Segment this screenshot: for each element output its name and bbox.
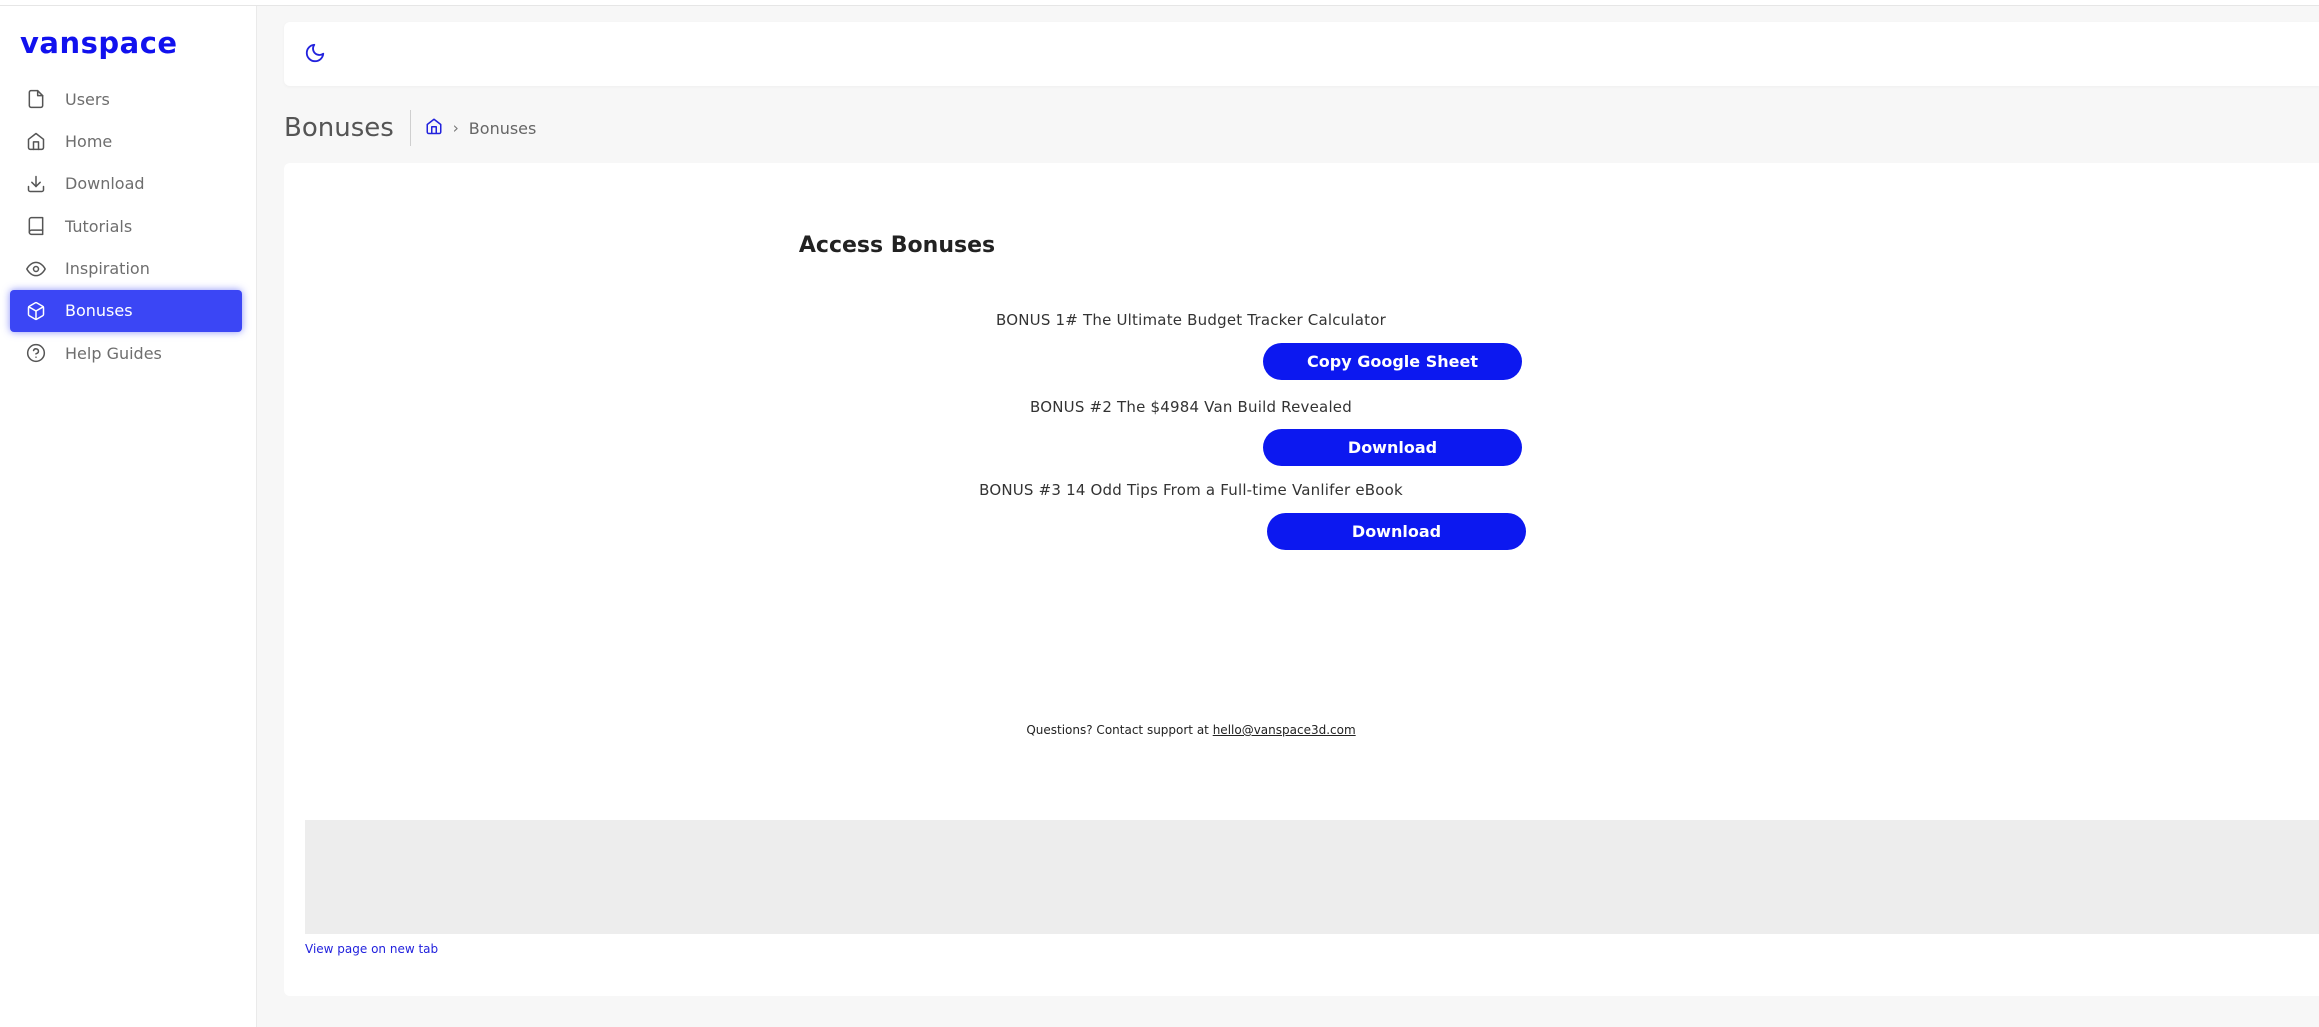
chevron-right-icon: ›	[452, 119, 459, 137]
sidebar-item-label: Bonuses	[65, 301, 133, 321]
sidebar-item-label: Tutorials	[65, 216, 133, 236]
support-text: Questions? Contact support at hello@vans…	[578, 723, 1804, 737]
moon-icon[interactable]	[304, 42, 328, 66]
top-bar	[284, 22, 2319, 86]
page-header: Bonuses › Bonuses	[284, 108, 536, 148]
support-email-link[interactable]: hello@vanspace3d.com	[1213, 723, 1356, 737]
bonus-2-label: BONUS #2 The $4984 Van Build Revealed	[1030, 398, 1352, 416]
sidebar-item-home[interactable]: Home	[10, 120, 242, 162]
breadcrumb: › Bonuses	[425, 117, 537, 139]
sidebar-item-label: Help Guides	[65, 343, 162, 363]
sidebar-item-bonuses[interactable]: Bonuses	[10, 289, 242, 332]
view-page-new-tab-link[interactable]: View page on new tab	[305, 942, 438, 956]
app-logo[interactable]: vanspace	[20, 26, 178, 60]
sidebar-item-help-guides[interactable]: Help Guides	[10, 332, 242, 374]
download-icon	[25, 173, 47, 195]
download-bonus-3-button[interactable]: Download	[1267, 513, 1526, 550]
bonus-3-label: BONUS #3 14 Odd Tips From a Full-time Va…	[979, 481, 1403, 499]
home-icon[interactable]	[425, 117, 443, 139]
top-edge	[0, 0, 2319, 6]
embedded-frame	[305, 820, 2319, 934]
sidebar-item-download[interactable]: Download	[10, 163, 242, 205]
file-icon	[25, 88, 47, 110]
home-icon	[25, 130, 47, 152]
sidebar-nav: Users Home Download Tutorials Inspiratio…	[10, 78, 242, 375]
book-icon	[25, 215, 47, 237]
section-heading: Access Bonuses	[798, 233, 996, 258]
sidebar: vanspace Users Home Download Tutorials I…	[0, 6, 257, 1027]
content-card: Access Bonuses BONUS 1# The Ultimate Bud…	[284, 163, 2319, 996]
sidebar-item-tutorials[interactable]: Tutorials	[10, 205, 242, 247]
bonus-1-label: BONUS 1# The Ultimate Budget Tracker Cal…	[996, 311, 1386, 329]
sidebar-item-label: Download	[65, 174, 145, 194]
help-circle-icon	[25, 342, 47, 364]
page-title: Bonuses	[284, 110, 411, 146]
box-icon	[25, 300, 47, 322]
copy-google-sheet-button[interactable]: Copy Google Sheet	[1263, 343, 1522, 380]
download-bonus-2-button[interactable]: Download	[1263, 429, 1522, 466]
sidebar-item-label: Home	[65, 131, 113, 151]
sidebar-item-label: Inspiration	[65, 259, 150, 279]
sidebar-item-inspiration[interactable]: Inspiration	[10, 248, 242, 290]
support-prefix: Questions? Contact support at	[1026, 723, 1213, 737]
sidebar-item-label: Users	[65, 89, 110, 109]
eye-icon	[25, 258, 47, 280]
sidebar-item-users[interactable]: Users	[10, 78, 242, 120]
breadcrumb-current: Bonuses	[468, 118, 537, 138]
